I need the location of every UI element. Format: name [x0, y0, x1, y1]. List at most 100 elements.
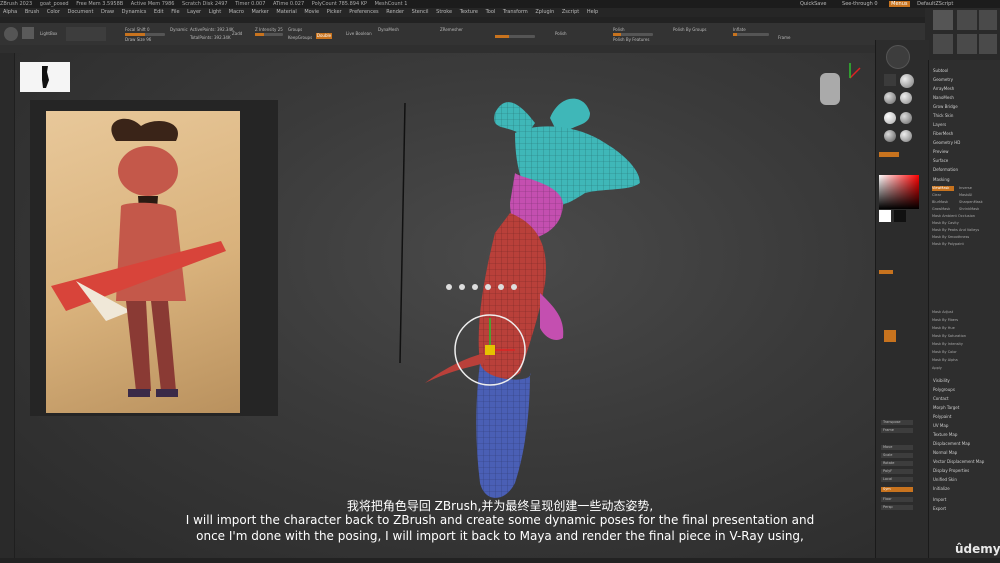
quicksave-button[interactable]: QuickSave [800, 1, 826, 7]
active-swatch[interactable] [879, 152, 899, 157]
menu-zplugin[interactable]: Zplugin [535, 9, 554, 15]
rp-contact[interactable]: Contact [933, 396, 949, 401]
transpose-icon[interactable] [886, 45, 910, 69]
menu-dynamics[interactable]: Dynamics [122, 9, 147, 15]
menu-color[interactable]: Color [47, 9, 60, 15]
move-brush-icon[interactable] [884, 330, 896, 342]
mask-all[interactable]: MaskAll [959, 193, 989, 198]
live-boolean-button[interactable]: Live Boolean [346, 31, 372, 36]
mid-btn-sym[interactable]: Sym [881, 487, 913, 492]
brush-thumb-5[interactable] [957, 34, 977, 54]
menu-file[interactable]: File [171, 9, 179, 15]
menu-document[interactable]: Document [68, 9, 94, 15]
menu-stroke[interactable]: Stroke [436, 9, 452, 15]
menu-movie[interactable]: Movie [304, 9, 319, 15]
menu-brush[interactable]: Brush [25, 9, 39, 15]
color-picker[interactable] [879, 175, 919, 209]
material-sphere-icon[interactable] [884, 92, 896, 104]
rp-display-properties[interactable]: Display Properties [933, 468, 969, 473]
zremesher-button[interactable]: ZRemesher [440, 27, 463, 32]
menu-light[interactable]: Light [209, 9, 221, 15]
mid-btn-transpose[interactable]: Transpose [881, 420, 913, 425]
rp-nanomesh[interactable]: NanoMesh [933, 95, 954, 100]
zadd-button[interactable]: Zadd [232, 31, 242, 36]
gizmo-marker-icon[interactable] [472, 284, 478, 290]
menu-transform[interactable]: Transform [503, 9, 528, 15]
menu-texture[interactable]: Texture [460, 9, 478, 15]
mask-by-color[interactable]: Mask By Color [932, 350, 996, 355]
lightbox-icon[interactable] [22, 27, 34, 39]
frame-button[interactable]: Frame [778, 35, 790, 40]
menu-tool[interactable]: Tool [486, 9, 496, 15]
menu-draw[interactable]: Draw [101, 9, 114, 15]
frame-icon[interactable] [884, 74, 896, 86]
menu-layer[interactable]: Layer [187, 9, 201, 15]
polish-by-features-button[interactable]: Polish By Features [613, 37, 649, 42]
mid-btn-scale[interactable]: Scale [881, 453, 913, 458]
menu-alpha[interactable]: Alpha [3, 9, 17, 15]
mask-by-intensity[interactable]: Mask By Intensity [932, 342, 996, 347]
mid-btn-local[interactable]: Local [881, 477, 913, 482]
secondary-color-swatch[interactable] [894, 210, 906, 222]
rp-unified-skin[interactable]: Unified Skin [933, 477, 957, 482]
rp-normal-map[interactable]: Normal Map [933, 450, 957, 455]
inflate-slider[interactable] [733, 33, 769, 36]
menu-help[interactable]: Help [587, 9, 598, 15]
zadd-swatch[interactable] [879, 270, 893, 274]
brush-thumb-4[interactable] [933, 34, 953, 54]
mask-inverse[interactable]: Inverse [959, 186, 989, 191]
menu-zscript[interactable]: Zscript [562, 9, 579, 15]
menu-preferences[interactable]: Preferences [349, 9, 378, 15]
metal-sphere-icon[interactable] [884, 130, 896, 142]
rp-texture-map[interactable]: Texture Map [933, 432, 957, 437]
polish-by-groups-button[interactable]: Polish By Groups [673, 27, 706, 32]
mask-by-hue[interactable]: Mask By Hue [932, 326, 996, 331]
rp-preview[interactable]: Preview [933, 149, 949, 154]
menu-stencil[interactable]: Stencil [412, 9, 429, 15]
menu-picker[interactable]: Picker [327, 9, 342, 15]
mid-btn-rotate[interactable]: Rotate [881, 461, 913, 466]
dynamesh-button[interactable]: DynaMesh [378, 27, 399, 32]
menu-edit[interactable]: Edit [154, 9, 164, 15]
gizmo-center[interactable] [485, 345, 495, 355]
brush-thumb-3[interactable] [979, 10, 997, 30]
mask-by-fibers[interactable]: Mask By Fibers [932, 318, 996, 323]
mid-btn-move[interactable]: Move [881, 445, 913, 450]
mask-blur[interactable]: BlurMask [932, 200, 960, 205]
rp-uv-map[interactable]: UV Map [933, 423, 948, 428]
mask-grow[interactable]: GrowMask [932, 207, 960, 212]
matcap-sphere-icon[interactable] [900, 92, 912, 104]
alpha-sphere-icon[interactable] [900, 74, 914, 88]
gizmo-home-icon[interactable] [485, 284, 491, 290]
mask-by-saturation[interactable]: Mask By Saturation [932, 334, 996, 339]
home-icon[interactable] [4, 27, 18, 41]
mask-shrink[interactable]: ShrinkMask [959, 207, 989, 212]
groups-button[interactable]: Groups [288, 27, 302, 32]
resolution-slider[interactable] [495, 35, 535, 38]
mask-viewmask[interactable]: ViewMask [932, 186, 954, 191]
mask-by-cavity[interactable]: Mask By Cavity [932, 221, 996, 226]
rp-deformation[interactable]: Deformation [933, 167, 958, 172]
flat-sphere-icon[interactable] [884, 112, 896, 124]
dynamic-button[interactable]: Dynamic [170, 27, 188, 32]
basic-sphere-icon[interactable] [900, 112, 912, 124]
mid-btn-polyf[interactable]: PolyF [881, 469, 913, 474]
gizmo-gear-icon[interactable] [446, 284, 452, 290]
polish-slider[interactable] [613, 33, 653, 36]
mask-peaks-valleys[interactable]: Mask By Peaks And Valleys [932, 228, 996, 233]
gizmo-undo-icon[interactable] [498, 284, 504, 290]
brush-thumb-1[interactable] [933, 10, 953, 30]
rp-displacement-map[interactable]: Displacement Map [933, 441, 970, 446]
mask-adjust[interactable]: Mask Adjust [932, 310, 996, 315]
mask-by-alpha[interactable]: Mask By Alpha [932, 358, 996, 363]
gizmo-pin-icon[interactable] [459, 284, 465, 290]
mask-apply[interactable]: Apply [932, 366, 996, 371]
rp-grow-bridge[interactable]: Grow Bridge [933, 104, 958, 109]
rp-fibermesh[interactable]: FiberMesh [933, 131, 953, 136]
rp-polypaint[interactable]: Polypaint [933, 414, 951, 419]
menu-marker[interactable]: Marker [252, 9, 269, 15]
skin-sphere-icon[interactable] [900, 130, 912, 142]
menu-render[interactable]: Render [386, 9, 404, 15]
rp-visibility[interactable]: Visibility [933, 378, 950, 383]
mask-ambient-occlusion[interactable]: Mask Ambient Occlusion [932, 214, 996, 219]
